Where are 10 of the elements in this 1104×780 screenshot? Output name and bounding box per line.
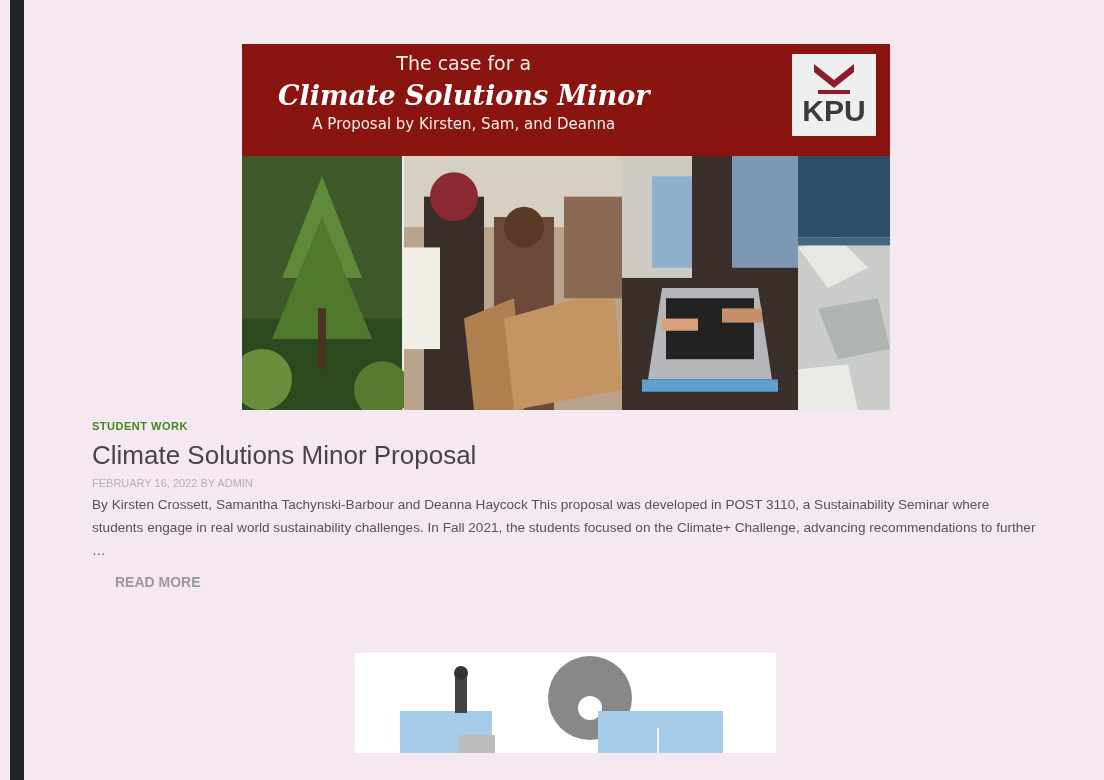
chevron-icon	[814, 64, 854, 94]
post-meta: FEBRUARY 16, 2022 BY ADMIN	[92, 477, 254, 489]
banner-kicker: The case for a	[396, 52, 532, 74]
banner-title: Climate Solutions Minor	[278, 80, 650, 111]
category-link[interactable]: STUDENT WORK	[92, 420, 1037, 432]
banner-byline: A Proposal by Kirsten, Sam, and Deanna	[312, 115, 616, 133]
read-more-link[interactable]: READ MORE	[115, 574, 201, 590]
post-excerpt: By Kirsten Crossett, Samantha Tachynski-Barbour and Deanna Haycock This proposal was developed in POST 3110, a Sustainability Seminar where students engage in real world sustainability challenges. In Fall 2021, the students focused on the Climate+ Challenge, advancing recommendations to further …	[92, 496, 1037, 560]
post-title[interactable]: Climate Solutions Minor Proposal	[92, 440, 1037, 471]
logo-text: KPU	[802, 96, 866, 126]
